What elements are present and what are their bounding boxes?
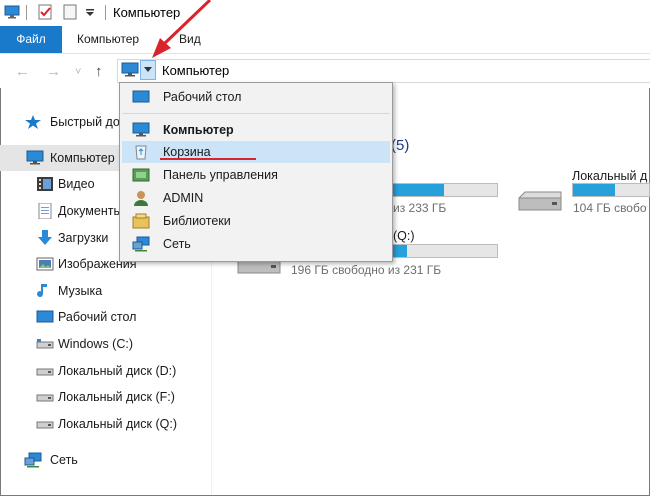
dropdown-item-computer[interactable]: Компьютер — [122, 119, 390, 141]
drive-icon — [518, 191, 562, 211]
drive-usage-fill — [391, 184, 444, 196]
sidebar-item-label: Локальный диск (D:) — [58, 364, 177, 378]
sidebar-item-label: Загрузки — [58, 231, 109, 245]
group-count: (5) — [391, 137, 410, 154]
drive-free-space: 104 ГБ свобо — [573, 201, 647, 215]
up-arrow-icon[interactable]: ↑ — [95, 63, 103, 80]
dropdown-item-label: Корзина — [163, 145, 211, 159]
tab-computer[interactable]: Компьютер — [77, 26, 139, 53]
window-title: Компьютер — [113, 5, 181, 20]
sidebar-item-label: Windows (C:) — [58, 337, 134, 351]
sidebar-item-label: Локальный диск (F:) — [58, 390, 175, 404]
sidebar-item-drive-c[interactable]: Windows (C:) — [0, 331, 211, 357]
sidebar-item-drive-d[interactable]: Локальный диск (D:) — [0, 358, 211, 384]
drive-name[interactable]: (Q:) — [393, 229, 415, 243]
sidebar-item-label: Музыка — [58, 284, 103, 298]
sidebar-item-label: Документы — [58, 204, 123, 218]
drive-icon — [36, 421, 54, 429]
sidebar-item-label: Локальный диск (Q:) — [58, 417, 177, 431]
address-dropdown-button[interactable] — [140, 60, 156, 80]
dropdown-item-control-panel[interactable]: Панель управления — [122, 164, 390, 186]
address-dropdown-menu: Рабочий стол Компьютер Корзина Панель уп… — [119, 82, 393, 262]
computer-icon[interactable] — [4, 4, 20, 20]
drive-icon — [36, 339, 54, 349]
sidebar-item-drive-q[interactable]: Локальный диск (Q:) — [0, 411, 211, 437]
drive-icon — [36, 368, 54, 376]
network-icon — [132, 236, 150, 252]
documents-icon — [38, 203, 52, 219]
drive-usage-fill — [391, 245, 407, 257]
new-folder-icon[interactable] — [62, 4, 78, 20]
drive-name[interactable]: Локальный д — [572, 169, 647, 183]
sidebar-item-desktop[interactable]: Рабочий стол — [0, 304, 211, 330]
tab-view[interactable]: Вид — [179, 26, 201, 53]
sidebar-item-label: Сеть — [50, 453, 78, 467]
computer-icon — [121, 62, 139, 77]
network-icon — [24, 452, 42, 468]
pictures-icon — [36, 257, 54, 271]
dropdown-item-label: ADMIN — [163, 191, 204, 205]
drive-free-space: из 233 ГБ — [393, 201, 447, 215]
sidebar-item-label: Компьютер — [50, 151, 115, 165]
computer-icon — [26, 150, 44, 165]
star-icon — [25, 115, 41, 129]
title-divider — [26, 5, 27, 20]
customize-toolbar-icon[interactable] — [84, 4, 96, 20]
sidebar-item-label: Рабочий стол — [58, 310, 137, 324]
dropdown-item-label: Рабочий стол — [163, 90, 242, 104]
downloads-icon — [38, 230, 52, 245]
dropdown-item-libraries[interactable]: Библиотеки — [122, 210, 390, 232]
libraries-icon — [132, 213, 150, 229]
back-arrow-icon[interactable]: ← — [15, 63, 30, 80]
drive-icon — [36, 394, 54, 402]
dropdown-item-desktop[interactable]: Рабочий стол — [122, 86, 390, 108]
sidebar-item-music[interactable]: Музыка — [0, 278, 211, 304]
drive-usage-bar — [572, 183, 650, 197]
video-icon — [37, 177, 53, 191]
recycle-bin-icon — [135, 145, 147, 160]
menu-divider — [122, 113, 390, 114]
computer-icon — [132, 122, 150, 137]
dropdown-item-admin[interactable]: ADMIN — [122, 187, 390, 209]
properties-icon[interactable] — [37, 4, 53, 20]
forward-arrow-icon[interactable]: → — [46, 63, 61, 80]
title-bar: Компьютер — [0, 0, 650, 27]
chevron-down-icon — [144, 67, 152, 72]
drive-usage-fill — [573, 184, 615, 196]
control-panel-icon — [132, 168, 150, 182]
drive-usage-bar — [390, 183, 498, 197]
tab-file[interactable]: Файл — [0, 26, 62, 53]
user-icon — [134, 191, 148, 206]
annotation-underline — [160, 158, 256, 160]
desktop-icon — [132, 90, 150, 103]
ribbon: Файл Компьютер Вид — [0, 26, 650, 54]
dropdown-item-label: Компьютер — [163, 123, 234, 137]
sidebar-item-drive-f[interactable]: Локальный диск (F:) — [0, 384, 211, 410]
desktop-icon — [36, 310, 54, 323]
dropdown-item-label: Сеть — [163, 237, 191, 251]
drive-usage-bar — [390, 244, 498, 258]
music-icon — [37, 284, 47, 298]
sidebar-item-label: Видео — [58, 177, 95, 191]
recent-locations-icon[interactable]: ˅ — [75, 66, 81, 78]
title-divider — [105, 5, 106, 20]
dropdown-item-label: Панель управления — [163, 168, 278, 182]
sidebar-item-network[interactable]: Сеть — [0, 447, 211, 473]
dropdown-item-network[interactable]: Сеть — [122, 233, 390, 255]
dropdown-item-label: Библиотеки — [163, 214, 231, 228]
address-location: Компьютер — [162, 63, 230, 78]
drive-free-space: 196 ГБ свободно из 231 ГБ — [291, 263, 442, 277]
